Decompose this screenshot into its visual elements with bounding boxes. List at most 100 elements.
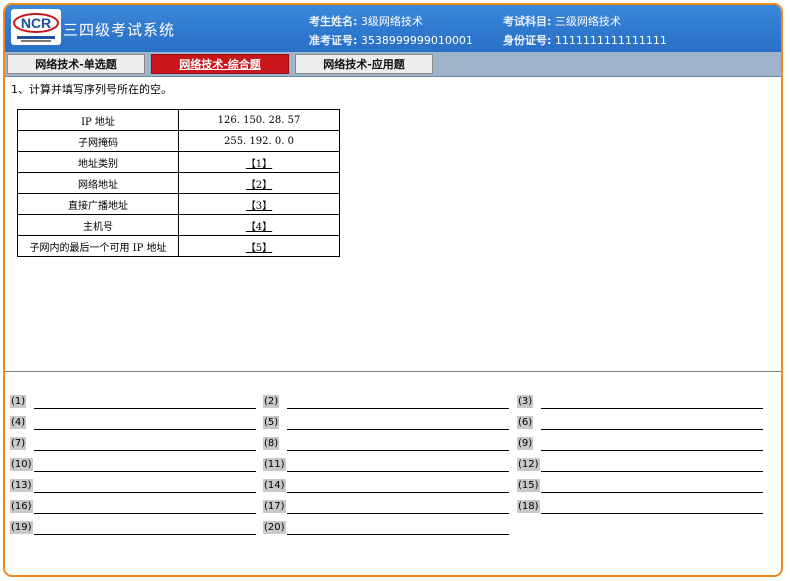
answer-input-line[interactable] xyxy=(287,534,509,535)
answer-field-11[interactable]: (11) xyxy=(263,457,513,473)
answer-field-8[interactable]: (8) xyxy=(263,436,513,452)
table-row: 主机号 【4】 xyxy=(17,214,340,236)
answer-number: (1) xyxy=(10,395,27,408)
table-row: 网络地址 【2】 xyxy=(17,172,340,194)
ticket-number: 3538999999010001 xyxy=(360,34,473,47)
logo-text: NCR xyxy=(21,15,51,31)
answer-number: (3) xyxy=(517,395,534,408)
answer-number: (17) xyxy=(263,500,286,513)
tab-single-choice[interactable]: 网络技术-单选题 xyxy=(7,54,145,74)
answer-number: (15) xyxy=(517,479,540,492)
answer-field-2[interactable]: (2) xyxy=(263,394,513,410)
answer-field-7[interactable]: (7) xyxy=(10,436,260,452)
answer-input-line[interactable] xyxy=(34,492,256,493)
answer-number: (19) xyxy=(10,521,33,534)
exam-window: NCR 三四级考试系统 考生姓名: 3级网络技术 准考证号: 353899999… xyxy=(3,3,783,577)
ticket-row: 准考证号: 3538999999010001 xyxy=(309,32,473,48)
answer-field-19[interactable]: (19) xyxy=(10,520,260,536)
question-text: 1、计算并填写序列号所在的空。 xyxy=(11,83,172,96)
tab-bar: 网络技术-单选题 网络技术-综合题 网络技术-应用题 xyxy=(5,52,781,77)
answer-field-10[interactable]: (10) xyxy=(10,457,260,473)
exam-subject: 三级网络技术 xyxy=(554,15,621,28)
answer-input-line[interactable] xyxy=(541,513,763,514)
table-row: 子网掩码 255. 192. 0. 0 xyxy=(17,130,340,152)
tab-comprehensive[interactable]: 网络技术-综合题 xyxy=(151,54,289,74)
answer-number: (13) xyxy=(10,479,33,492)
answer-field-18[interactable]: (18) xyxy=(517,499,767,515)
answer-field-5[interactable]: (5) xyxy=(263,415,513,431)
row-label: 子网内的最后一个可用 IP 地址 xyxy=(17,235,179,257)
id-number: 1111111111111111 xyxy=(554,34,667,47)
answer-input-line[interactable] xyxy=(34,408,256,409)
exam-subject-row: 考试科目: 三级网络技术 xyxy=(503,13,621,29)
answer-input-line[interactable] xyxy=(34,471,256,472)
answer-input-line[interactable] xyxy=(287,408,509,409)
exam-subject-label: 考试科目: xyxy=(503,15,552,28)
answer-number: (7) xyxy=(10,437,27,450)
table-row: 子网内的最后一个可用 IP 地址 【5】 xyxy=(17,235,340,257)
blank-4: 【4】 xyxy=(178,214,340,236)
answer-number: (20) xyxy=(263,521,286,534)
answer-input-line[interactable] xyxy=(34,534,256,535)
row-value: 126. 150. 28. 57 xyxy=(178,109,340,131)
answer-number: (4) xyxy=(10,416,27,429)
row-label: 地址类别 xyxy=(17,151,179,173)
answer-number: (8) xyxy=(263,437,280,450)
answer-number: (6) xyxy=(517,416,534,429)
answer-input-line[interactable] xyxy=(34,513,256,514)
system-title: 三四级考试系统 xyxy=(63,21,176,39)
answer-field-12[interactable]: (12) xyxy=(517,457,767,473)
answer-number: (12) xyxy=(517,458,540,471)
id-row: 身份证号: 1111111111111111 xyxy=(503,32,667,48)
blank-2: 【2】 xyxy=(178,172,340,194)
ticket-label: 准考证号: xyxy=(309,34,358,47)
id-label: 身份证号: xyxy=(503,34,552,47)
answer-number: (2) xyxy=(263,395,280,408)
tab-application[interactable]: 网络技术-应用题 xyxy=(295,54,433,74)
answer-field-6[interactable]: (6) xyxy=(517,415,767,431)
ncr-logo: NCR xyxy=(11,9,61,45)
row-label: 子网掩码 xyxy=(17,130,179,152)
answer-input-line[interactable] xyxy=(287,450,509,451)
answer-number: (14) xyxy=(263,479,286,492)
answer-input-line[interactable] xyxy=(541,429,763,430)
row-value: 255. 192. 0. 0 xyxy=(178,130,340,152)
header-bar: NCR 三四级考试系统 考生姓名: 3级网络技术 准考证号: 353899999… xyxy=(5,5,781,52)
answer-field-3[interactable]: (3) xyxy=(517,394,767,410)
answer-input-line[interactable] xyxy=(541,492,763,493)
answer-field-9[interactable]: (9) xyxy=(517,436,767,452)
table-row: 直接广播地址 【3】 xyxy=(17,193,340,215)
answer-input-line[interactable] xyxy=(287,513,509,514)
answer-input-line[interactable] xyxy=(541,408,763,409)
answer-number: (9) xyxy=(517,437,534,450)
answer-field-17[interactable]: (17) xyxy=(263,499,513,515)
answer-input-line[interactable] xyxy=(541,450,763,451)
answer-field-14[interactable]: (14) xyxy=(263,478,513,494)
blank-1: 【1】 xyxy=(178,151,340,173)
candidate-name: 3级网络技术 xyxy=(360,15,423,28)
answer-number: (5) xyxy=(263,416,280,429)
answer-number: (16) xyxy=(10,500,33,513)
answer-input-line[interactable] xyxy=(287,492,509,493)
answer-input-line[interactable] xyxy=(34,429,256,430)
answer-number: (10) xyxy=(10,458,33,471)
answer-input-line[interactable] xyxy=(287,429,509,430)
section-divider xyxy=(5,371,781,372)
answer-input-line[interactable] xyxy=(541,471,763,472)
answer-field-16[interactable]: (16) xyxy=(10,499,260,515)
question-table: IP 地址 126. 150. 28. 57 子网掩码 255. 192. 0.… xyxy=(17,109,340,257)
candidate-name-row: 考生姓名: 3级网络技术 xyxy=(309,13,423,29)
answer-field-4[interactable]: (4) xyxy=(10,415,260,431)
answer-field-13[interactable]: (13) xyxy=(10,478,260,494)
answer-input-line[interactable] xyxy=(34,450,256,451)
row-label: 主机号 xyxy=(17,214,179,236)
answer-field-15[interactable]: (15) xyxy=(517,478,767,494)
table-row: IP 地址 126. 150. 28. 57 xyxy=(17,109,340,131)
row-label: 网络地址 xyxy=(17,172,179,194)
blank-5: 【5】 xyxy=(178,235,340,257)
answer-number: (18) xyxy=(517,500,540,513)
row-label: 直接广播地址 xyxy=(17,193,179,215)
answer-input-line[interactable] xyxy=(287,471,509,472)
answer-field-20[interactable]: (20) xyxy=(263,520,513,536)
answer-field-1[interactable]: (1) xyxy=(10,394,260,410)
